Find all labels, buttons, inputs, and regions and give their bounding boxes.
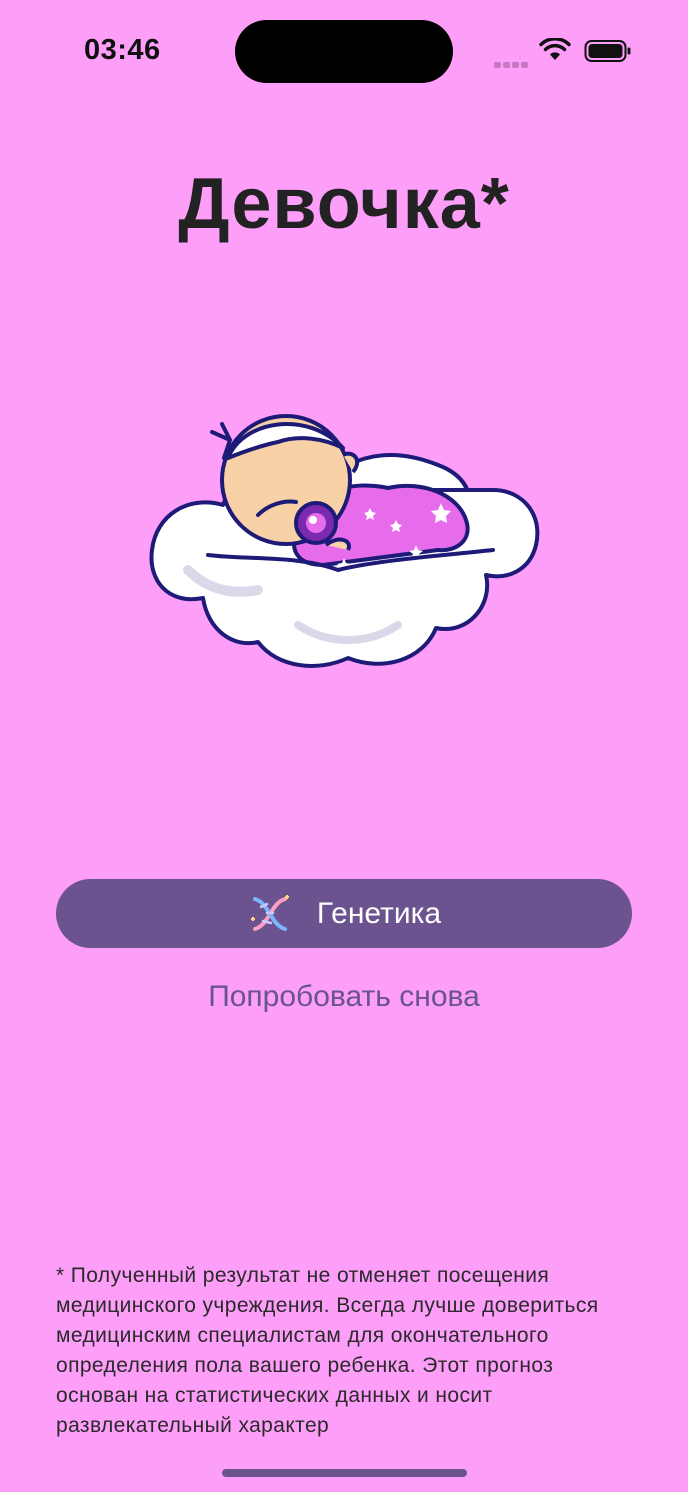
result-title: Девочка* bbox=[178, 164, 510, 244]
status-bar: 03:46 bbox=[0, 0, 688, 100]
cellular-signal-icon bbox=[494, 55, 530, 73]
home-indicator[interactable] bbox=[222, 1469, 467, 1477]
retry-link[interactable]: Попробовать снова bbox=[0, 980, 688, 1014]
battery-icon bbox=[584, 40, 631, 62]
sleeping-baby-illustration bbox=[149, 414, 540, 668]
disclaimer-text: * Полученный результат не отменяет посещ… bbox=[56, 1264, 599, 1437]
wifi-icon bbox=[539, 38, 571, 60]
status-time: 03:46 bbox=[84, 34, 161, 66]
dynamic-island bbox=[235, 20, 453, 83]
dna-icon bbox=[250, 894, 289, 931]
genetics-button-label: Генетика bbox=[316, 896, 442, 930]
genetics-button[interactable]: Генетика bbox=[56, 879, 632, 948]
